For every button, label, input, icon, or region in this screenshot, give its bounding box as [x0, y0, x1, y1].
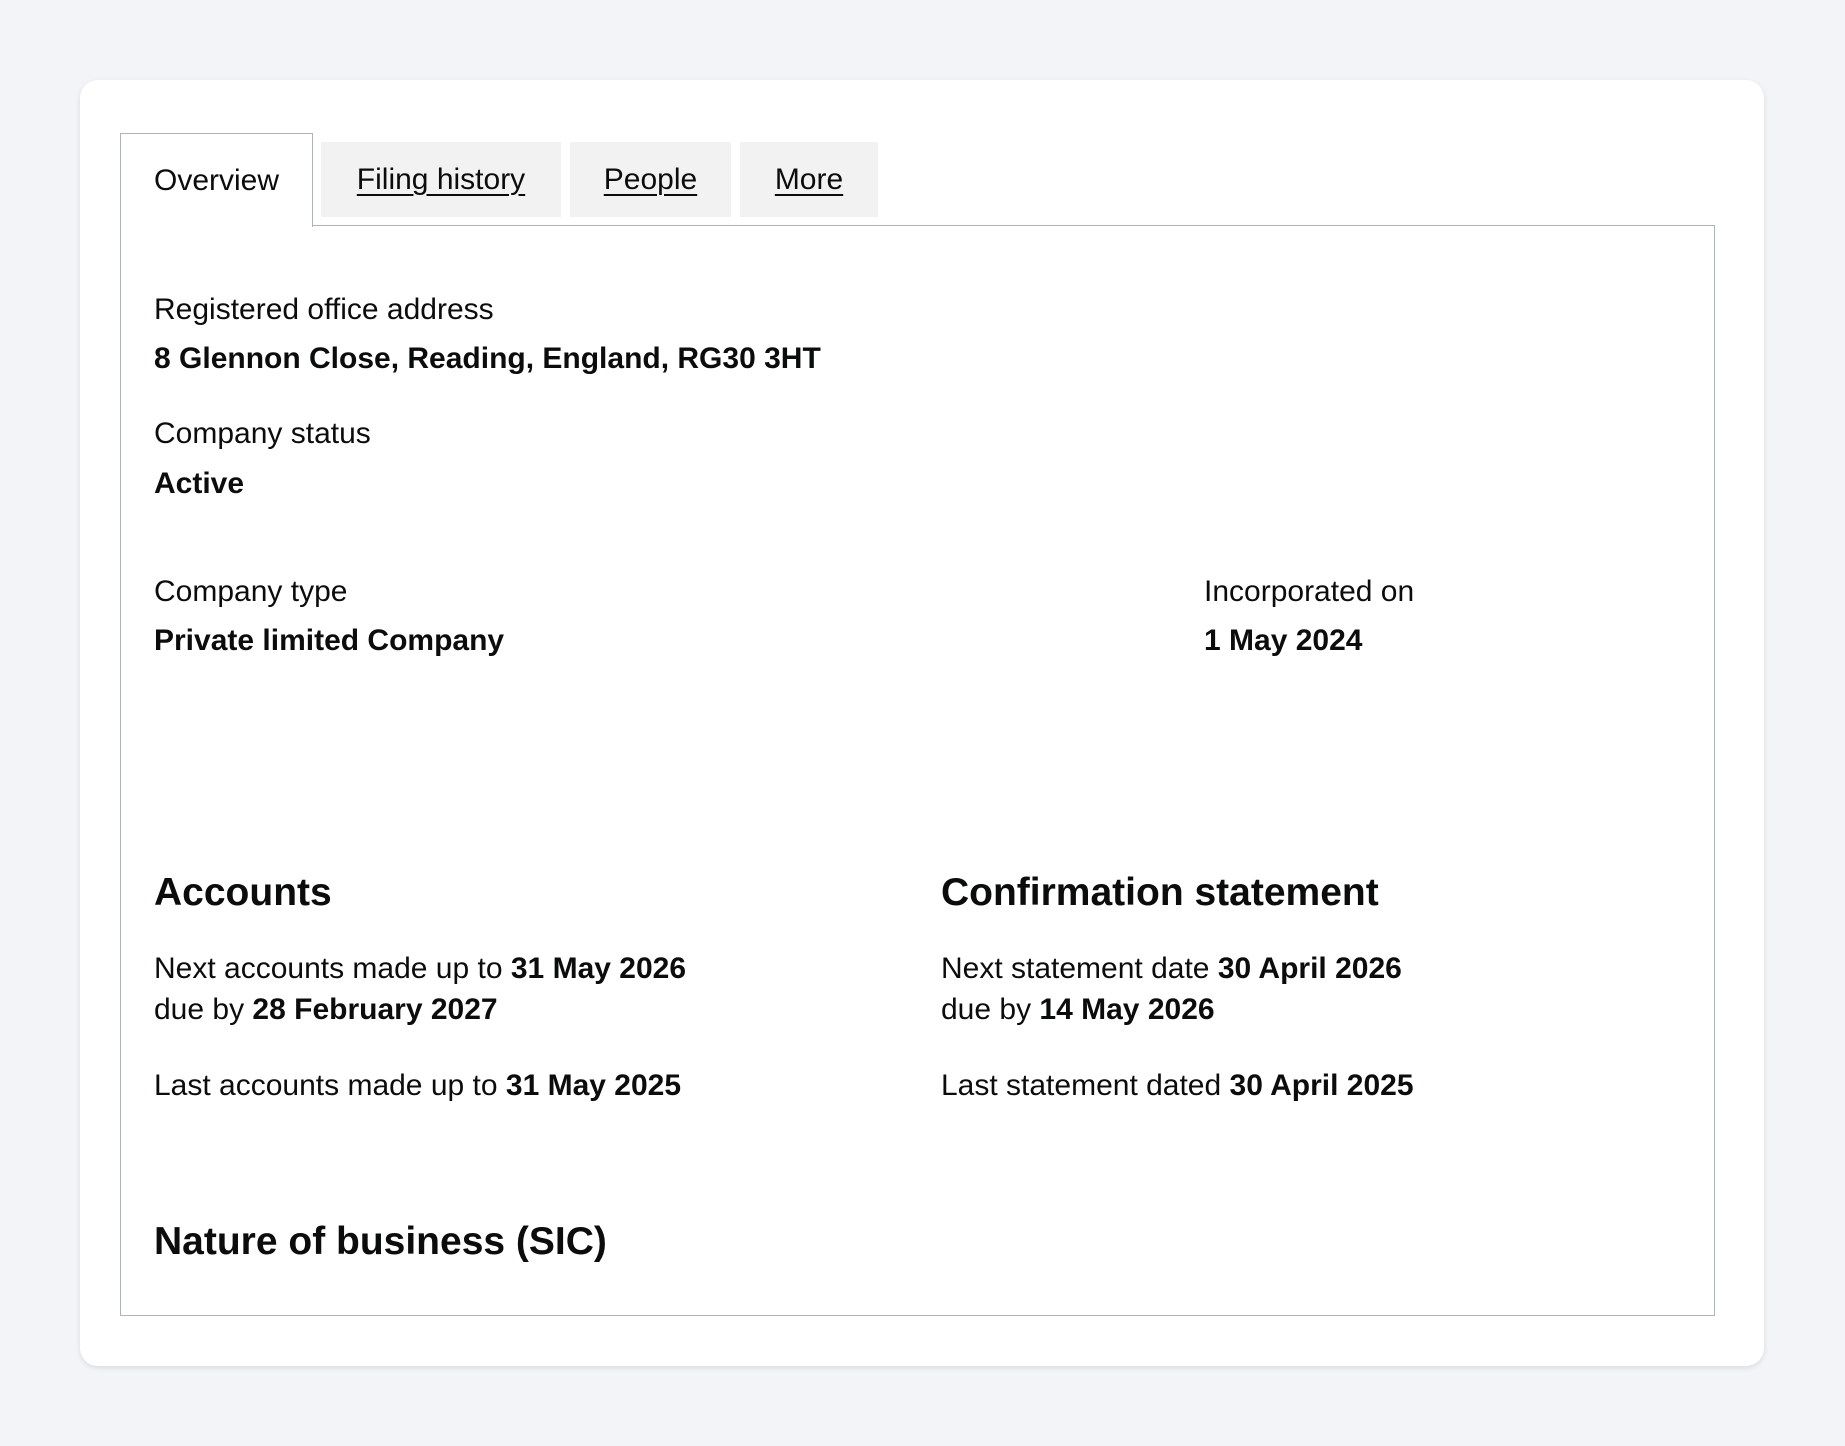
registered-office-label: Registered office address: [154, 293, 494, 326]
accounts-last-prefix: Last accounts made up to: [154, 1069, 498, 1102]
nature-of-business-heading: Nature of business (SIC): [154, 1220, 607, 1263]
tab-overview-label: Overview: [153, 163, 280, 197]
incorporated-label: Incorporated on: [1204, 575, 1415, 608]
accounts-due-line: due by 28 February 2027: [154, 995, 498, 1025]
overview-panel: Registered office address 8 Glennon Clos…: [120, 225, 1715, 1316]
company-status-value: Active: [154, 467, 245, 500]
accounts-heading: Accounts: [154, 871, 332, 914]
accounts-next-date: 31 May 2026: [510, 952, 687, 985]
tab-people[interactable]: People: [570, 142, 731, 217]
tab-overview[interactable]: Overview: [120, 133, 313, 227]
confirmation-next-prefix: Next statement date: [941, 952, 1210, 985]
tab-more-label: More: [774, 162, 844, 196]
company-status-label: Company status: [154, 417, 371, 450]
accounts-last-date: 31 May 2025: [505, 1069, 682, 1102]
confirmation-due-line: due by 14 May 2026: [941, 995, 1215, 1025]
accounts-next-prefix: Next accounts made up to: [154, 952, 503, 985]
registered-office-value: 8 Glennon Close, Reading, England, RG30 …: [154, 342, 821, 375]
confirmation-next-line: Next statement date 30 April 2026: [941, 954, 1402, 984]
incorporated-value: 1 May 2024: [1204, 624, 1363, 657]
accounts-due-date: 28 February 2027: [252, 993, 498, 1026]
tab-filing-history-label: Filing history: [356, 162, 526, 196]
company-type-value: Private limited Company: [154, 624, 505, 657]
confirmation-last-prefix: Last statement dated: [941, 1069, 1222, 1102]
accounts-last-line: Last accounts made up to 31 May 2025: [154, 1071, 681, 1101]
company-overview-card: Overview Filing history People More Regi…: [80, 80, 1764, 1366]
confirmation-next-date: 30 April 2026: [1217, 952, 1402, 985]
confirmation-last-line: Last statement dated 30 April 2025: [941, 1071, 1414, 1101]
confirmation-due-prefix: due by: [941, 993, 1032, 1026]
confirmation-last-date: 30 April 2025: [1229, 1069, 1414, 1102]
tab-more[interactable]: More: [740, 142, 878, 217]
company-type-label: Company type: [154, 575, 348, 608]
confirmation-due-date: 14 May 2026: [1039, 993, 1215, 1026]
confirmation-statement-heading: Confirmation statement: [941, 871, 1379, 914]
accounts-due-prefix: due by: [154, 993, 245, 1026]
tab-filing-history[interactable]: Filing history: [321, 142, 561, 217]
tab-people-label: People: [603, 162, 698, 196]
accounts-next-line: Next accounts made up to 31 May 2026: [154, 954, 686, 984]
